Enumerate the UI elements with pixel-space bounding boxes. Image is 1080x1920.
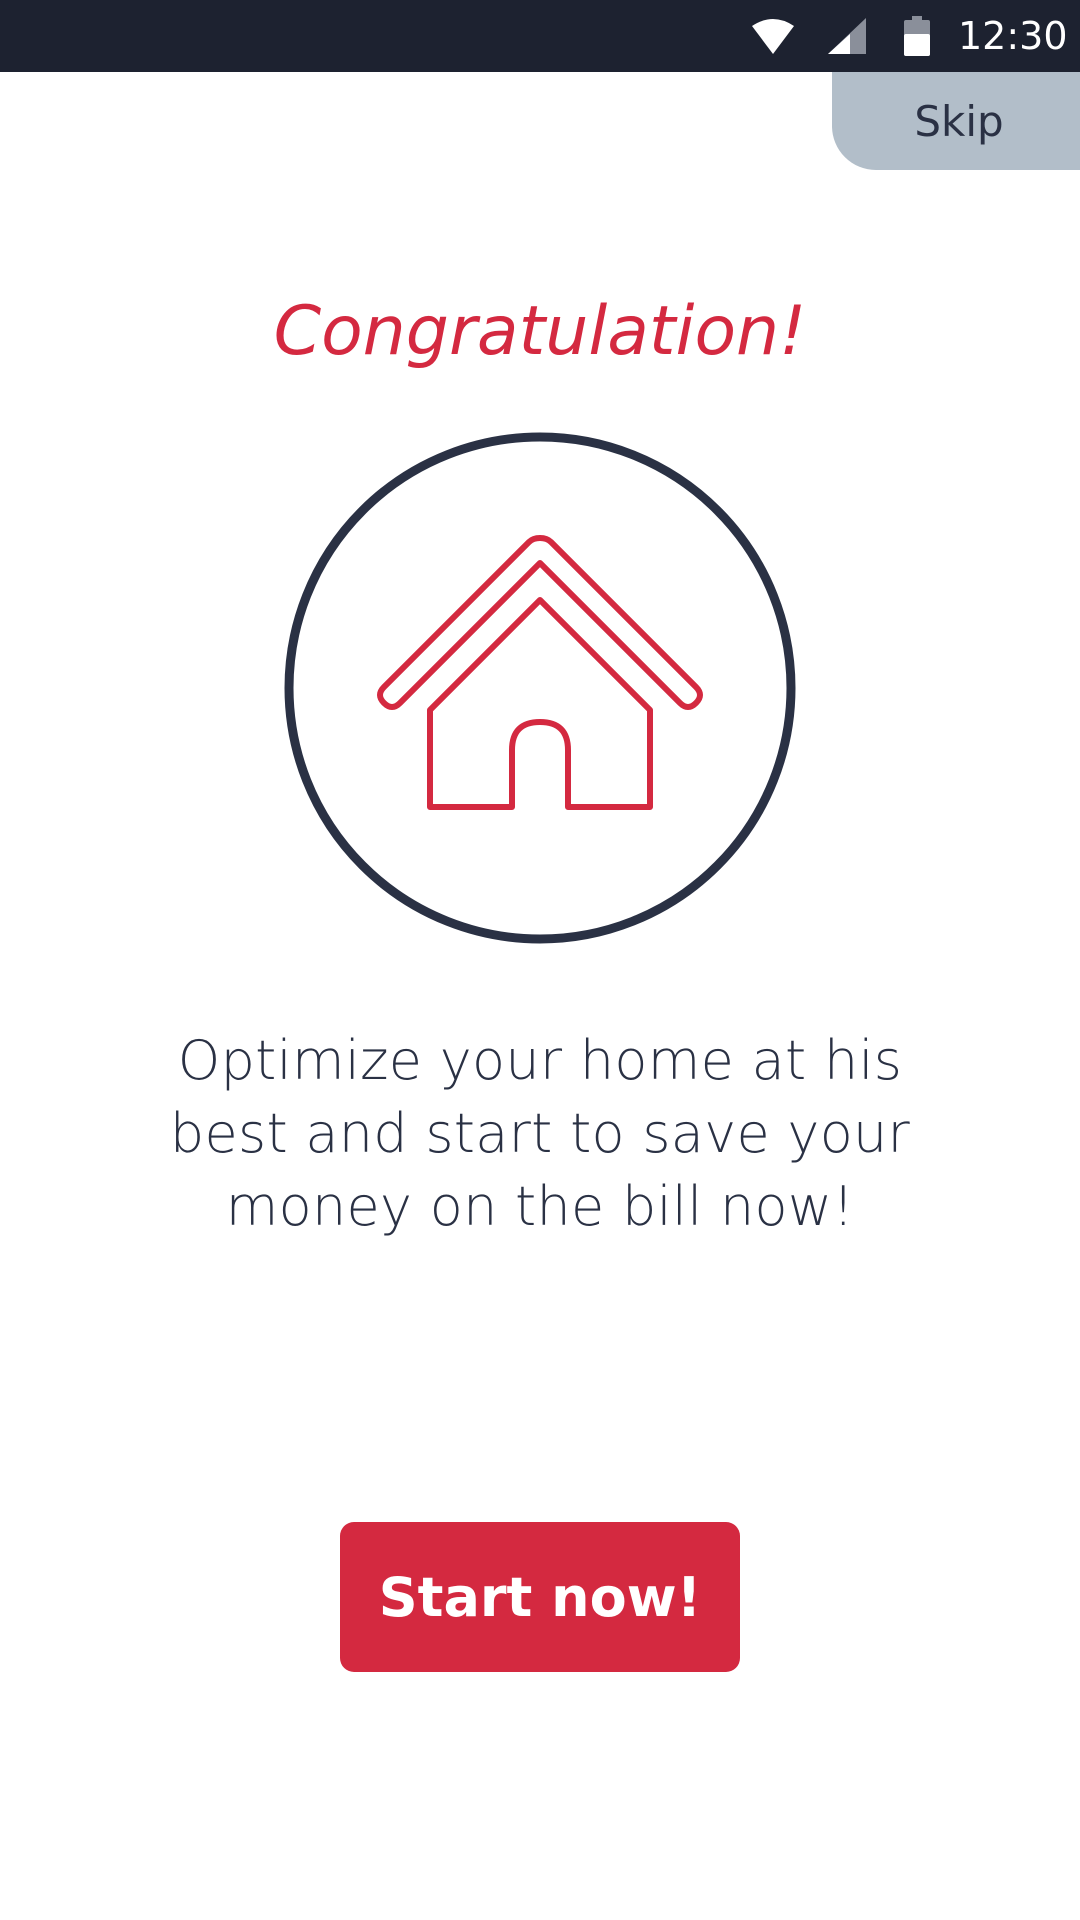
wifi-icon bbox=[752, 19, 794, 54]
message-line: Optimize your home at his bbox=[177, 1029, 903, 1092]
house-icon bbox=[377, 535, 703, 810]
cellular-signal-icon bbox=[828, 18, 866, 54]
message-line: money on the bill now! bbox=[225, 1175, 855, 1238]
start-now-button[interactable]: Start now! bbox=[340, 1522, 740, 1672]
onboarding-screen: 12:30 Skip Congratulation! Optimize your… bbox=[0, 0, 1080, 1920]
status-time: 12:30 bbox=[958, 14, 1068, 58]
battery-icon bbox=[904, 16, 930, 56]
circle-frame bbox=[284, 432, 796, 944]
house-illustration bbox=[284, 432, 796, 944]
page-title: Congratulation! bbox=[273, 292, 807, 371]
skip-button[interactable]: Skip bbox=[832, 72, 1080, 170]
message-line: best and start to save your bbox=[169, 1102, 911, 1165]
message-text: Optimize your home at his best and start… bbox=[150, 1024, 930, 1243]
status-bar: 12:30 bbox=[0, 0, 1080, 72]
